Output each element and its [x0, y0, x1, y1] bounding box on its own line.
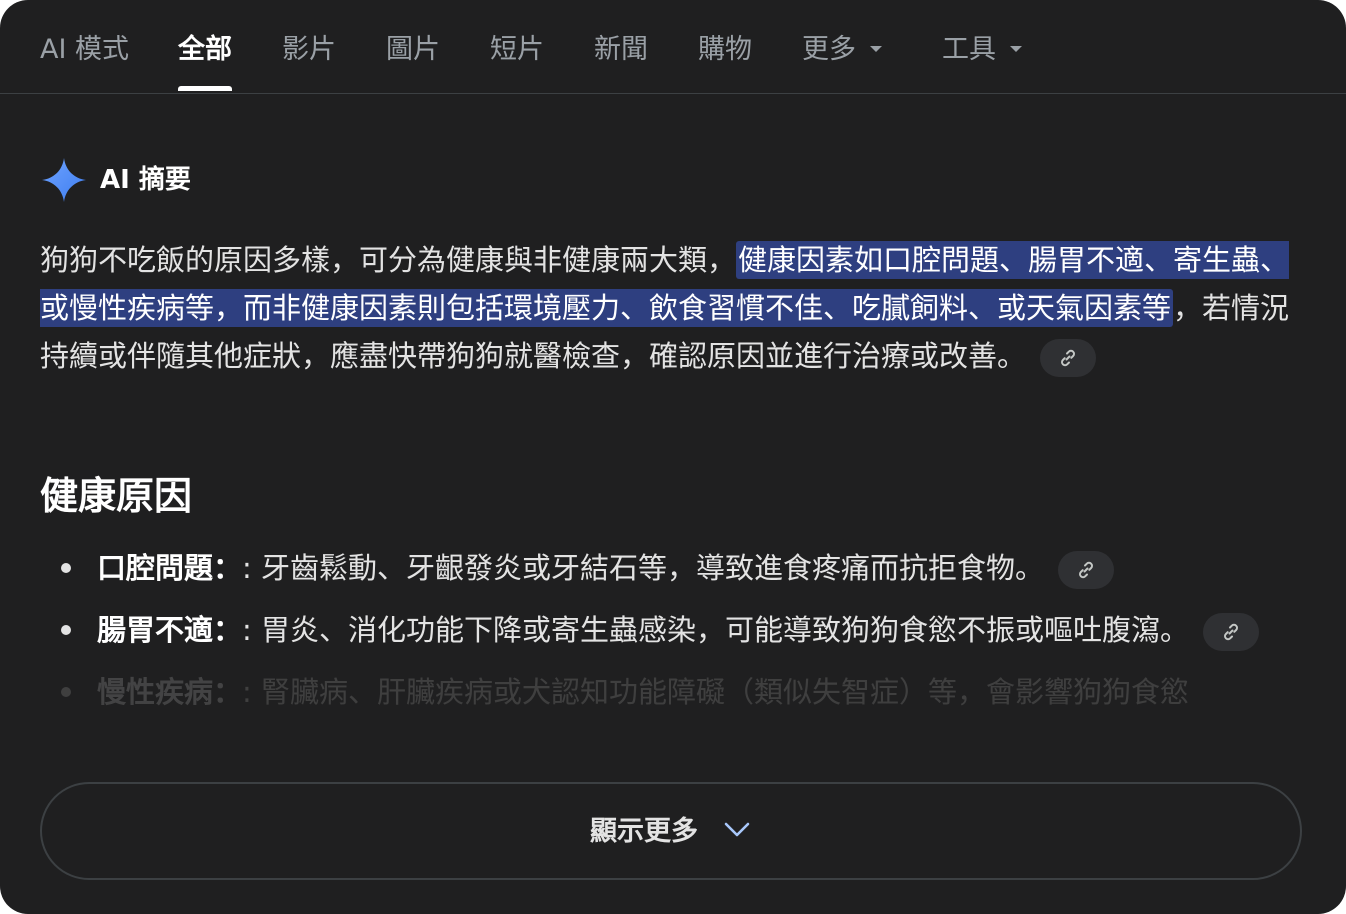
chevron-down-icon: [724, 822, 750, 837]
tab-label: 工具: [942, 34, 996, 65]
bullet-dot: [61, 563, 71, 573]
tab-label: 圖片: [386, 34, 440, 65]
tab-videos[interactable]: 影片: [282, 30, 336, 70]
bullet-term: 口腔問題：: [97, 551, 243, 585]
bullet-term: 腸胃不適：: [97, 613, 243, 647]
tab-all[interactable]: 全部: [178, 30, 232, 91]
list-item: 口腔問題：: 牙齒鬆動、牙齦發炎或牙結石等，導致進食疼痛而抗拒食物。: [40, 544, 1302, 592]
tab-images[interactable]: 圖片: [386, 30, 440, 70]
list-item: 腸胃不適：: 胃炎、消化功能下降或寄生蟲感染，可能導致狗狗食慾不振或嘔吐腹瀉。: [40, 606, 1302, 654]
tab-label: 新聞: [594, 34, 648, 65]
summary-text-before: 狗狗不吃飯的原因多樣，可分為健康與非健康兩大類，: [40, 243, 737, 277]
ai-overview-card: AI 模式 全部 影片 圖片 短片 新聞 購物 更多 工具 AI 摘要 狗狗不吃…: [0, 0, 1346, 914]
gemini-sparkle-icon: [42, 158, 86, 202]
content-fade-overlay: [0, 700, 1346, 780]
tab-label: AI 模式: [40, 34, 130, 65]
tab-shopping[interactable]: 購物: [698, 30, 752, 70]
tab-label: 購物: [698, 34, 752, 65]
caret-down-icon: [1010, 45, 1022, 52]
link-icon: [1079, 561, 1093, 579]
tab-label: 更多: [802, 34, 856, 65]
tab-tools[interactable]: 工具: [942, 30, 1022, 70]
source-link-button[interactable]: [1203, 613, 1260, 651]
tab-ai-mode[interactable]: AI 模式: [40, 30, 129, 70]
link-icon: [1224, 623, 1238, 641]
bullet-dot: [61, 625, 71, 635]
bullet-text: : 牙齒鬆動、牙齦發炎或牙結石等，導致進食疼痛而抗拒食物。: [242, 551, 1045, 585]
caret-down-icon: [870, 45, 882, 52]
search-tabs: AI 模式 全部 影片 圖片 短片 新聞 購物 更多 工具: [0, 0, 1346, 94]
show-more-label: 顯示更多: [590, 816, 698, 847]
link-icon: [1061, 349, 1075, 367]
tab-more[interactable]: 更多: [802, 30, 882, 70]
tab-short-videos[interactable]: 短片: [490, 30, 544, 70]
tab-label: 影片: [282, 34, 336, 65]
ai-summary-text: 狗狗不吃飯的原因多樣，可分為健康與非健康兩大類，健康因素如口腔問題、腸胃不適、寄…: [40, 236, 1302, 380]
ai-overview-title: AI 摘要: [100, 165, 191, 195]
active-tab-indicator: [178, 86, 232, 91]
bullet-text: : 胃炎、消化功能下降或寄生蟲感染，可能導致狗狗食慾不振或嘔吐腹瀉。: [242, 613, 1190, 647]
source-link-button[interactable]: [1040, 339, 1097, 377]
source-link-button[interactable]: [1058, 551, 1115, 589]
tab-label: 全部: [178, 34, 232, 65]
tab-news[interactable]: 新聞: [594, 30, 648, 70]
bullet-dot: [61, 687, 71, 697]
section-heading: 健康原因: [40, 474, 193, 518]
tab-label: 短片: [490, 34, 544, 65]
show-more-button[interactable]: 顯示更多: [40, 782, 1302, 880]
